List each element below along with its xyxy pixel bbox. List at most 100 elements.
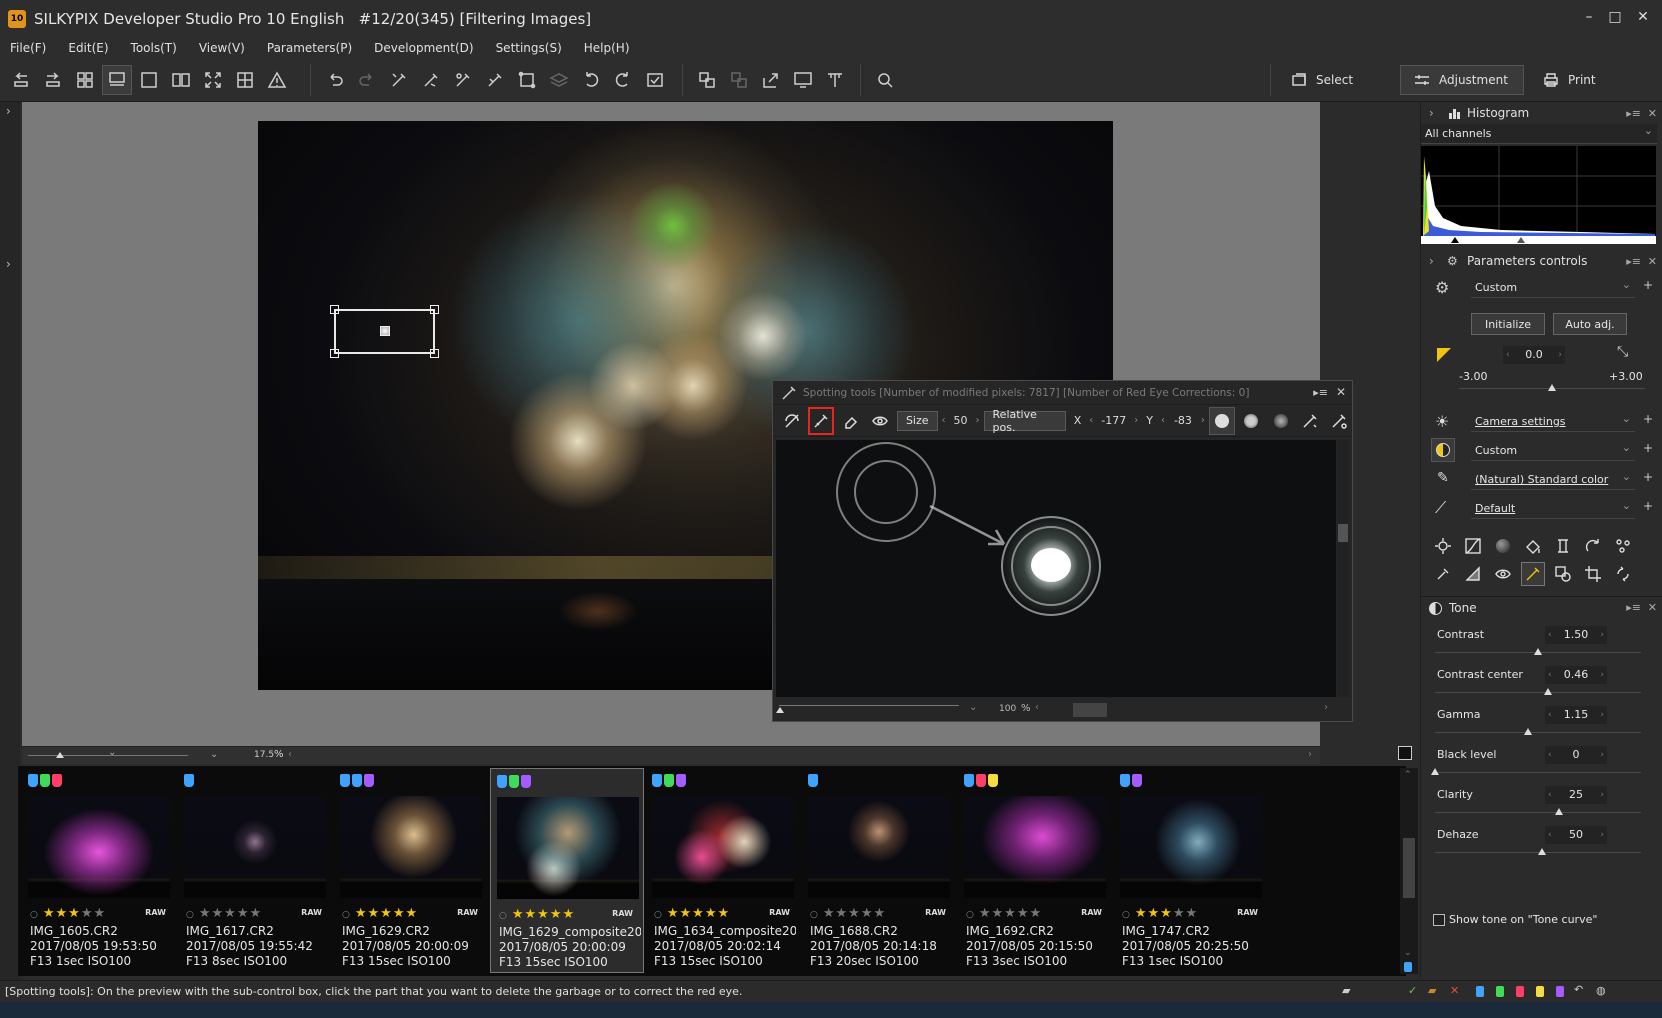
film-scroll-thumb[interactable] [1403,838,1415,898]
tone-row-value-box[interactable]: ‹ 1.50 › [1545,626,1607,644]
filmstrip-scrollbar[interactable]: ⌃ ⌄ [1400,768,1418,974]
histogram-collapse-icon[interactable]: › [1429,106,1434,120]
thumbnail-grid-icon[interactable] [70,65,100,95]
histogram-range-bar[interactable] [1421,236,1656,244]
film-scroll-up-icon[interactable]: ⌃ [1404,770,1412,780]
tone-increment-icon[interactable]: › [1600,666,1604,684]
maximize-icon[interactable]: □ [1602,6,1628,28]
menu-view[interactable]: View(V) [189,41,257,55]
spotting-tool-icon[interactable] [1521,562,1545,586]
menu-edit[interactable]: Edit(E) [58,41,120,55]
reject-dot-icon[interactable]: ○ [186,910,195,920]
preset-add-icon[interactable]: + [1643,278,1653,292]
green-tag-filter-icon[interactable] [1496,986,1504,997]
tone-row-value[interactable]: 0.46 [1564,668,1589,681]
tone-row-slider-thumb[interactable] [1523,728,1532,735]
y-increment-icon[interactable]: › [1201,415,1205,426]
box-handle[interactable] [330,305,339,314]
box-handle[interactable] [430,305,439,314]
spot-remove-tool-icon[interactable] [779,407,804,435]
crop-tool-icon-2[interactable] [1581,562,1605,586]
sharpness-select[interactable]: Default [1471,499,1635,519]
color-tag-icon[interactable] [988,774,998,787]
pick-target-icon[interactable] [1327,407,1352,435]
size-button[interactable]: Size [896,410,938,431]
previous-image-icon[interactable] [6,65,36,95]
menu-file[interactable]: File(F) [0,41,58,55]
blue-tag-filter-icon[interactable] [1476,986,1484,997]
reject-dot-icon[interactable]: ○ [654,910,663,920]
purple-tag-filter-icon[interactable] [1556,986,1564,997]
color-tag-icon[interactable] [28,774,38,787]
color-tag-icon[interactable] [521,775,531,788]
preset-select[interactable]: Custom [1471,278,1635,298]
size-value[interactable]: 50 [950,414,972,427]
next-image-icon[interactable] [38,65,68,95]
gradient-tool-icon[interactable] [1461,562,1485,586]
exposure-value[interactable]: 0.0 [1525,348,1543,361]
expand-left-icon-2[interactable]: › [6,257,11,271]
y-value[interactable]: -83 [1169,414,1197,427]
rotate-tool-icon[interactable] [1581,534,1605,558]
monitor-icon[interactable] [788,65,818,95]
reject-dot-icon[interactable]: ○ [1122,910,1131,920]
partial-correction-icon[interactable] [1551,562,1575,586]
color-add-icon[interactable]: + [1643,470,1653,484]
red-tag-filter-icon[interactable] [1516,986,1524,997]
zoom-step-right-icon[interactable]: › [1308,749,1312,760]
print-status-icon[interactable]: ▰ [1342,984,1350,997]
accept-mark-icon[interactable]: ✓ [1408,984,1417,997]
expand-left-icon[interactable]: › [6,104,11,118]
tone-row-slider-thumb[interactable] [1554,808,1563,815]
preview-filmstrip-icon[interactable] [102,65,132,95]
thumbnail-image[interactable] [28,796,170,898]
tone-row-value-box[interactable]: ‹ 0 › [1545,746,1607,764]
box-handle[interactable] [330,349,339,358]
export-icon[interactable] [756,65,786,95]
params-close-icon[interactable]: ✕ [1648,255,1657,268]
spot-hscroll-left-icon[interactable]: ‹ [1035,702,1039,713]
tone-decrement-icon[interactable]: ‹ [1548,826,1552,844]
adjustment-mode-button[interactable]: Adjustment [1400,65,1524,95]
size-decrement-icon[interactable]: ‹ [942,415,946,426]
minimize-icon[interactable]: – [1576,6,1602,28]
menu-development[interactable]: Development(D) [364,41,485,55]
tone-increment-icon[interactable]: › [1600,786,1604,804]
tone-row-value[interactable]: 50 [1569,828,1583,841]
tone-row-slider-thumb[interactable] [1544,688,1553,695]
panel-menu-icon[interactable]: ▸≡ [1313,386,1328,399]
panel-close-icon[interactable]: ✕ [1336,385,1346,399]
color-tag-icon[interactable] [352,774,362,787]
color-tag-icon[interactable] [652,774,662,787]
spotting-vscroll[interactable] [1337,440,1349,697]
spotting-tools-panel[interactable]: Spotting tools [Number of modified pixel… [772,380,1353,722]
tone-add-icon[interactable]: + [1643,441,1653,455]
search-icon[interactable] [870,65,900,95]
eraser-icon[interactable] [838,407,863,435]
tone-row-track[interactable] [1435,772,1641,773]
reject-dot-icon[interactable]: ○ [810,910,819,920]
tone-row-slider-thumb[interactable] [1538,848,1547,855]
color-tag-icon[interactable] [676,774,686,787]
color-style-select[interactable]: (Natural) Standard color [1471,470,1635,490]
zoom-step-icon[interactable]: ‹ [288,749,292,760]
medium-brush-icon[interactable] [1239,407,1264,435]
thumbnail-item[interactable]: ○ ★★★★★ RAW IMG_1629.CR2 2017/08/05 20:00:09… [334,768,488,973]
x-decrement-icon[interactable]: ‹ [1089,415,1093,426]
rotate-right-icon[interactable] [608,65,638,95]
compare-icon[interactable] [166,65,196,95]
spot-target-box[interactable] [330,305,439,358]
show-tone-checkbox[interactable] [1433,914,1445,926]
tone-row-value[interactable]: 0 [1573,748,1580,761]
tone-row-slider-thumb[interactable] [1431,768,1439,775]
tone-preset-icon[interactable] [1431,438,1455,462]
mark-check-icon[interactable] [640,65,670,95]
params-menu-icon[interactable]: ▸≡ [1626,255,1641,268]
tone-row-track[interactable] [1435,692,1641,693]
thumbnail-item[interactable]: ○ ★★★★★ RAW IMG_1692.CR2 2017/08/05 20:15:50… [958,768,1112,973]
warning-icon[interactable] [262,65,292,95]
zoom-collapse-icon[interactable]: ⌄ [108,747,116,758]
tone-header[interactable]: Tone ▸≡ ✕ [1421,596,1662,618]
copy-params-icon[interactable] [384,65,414,95]
white-balance-select[interactable]: Camera settings [1471,412,1635,432]
